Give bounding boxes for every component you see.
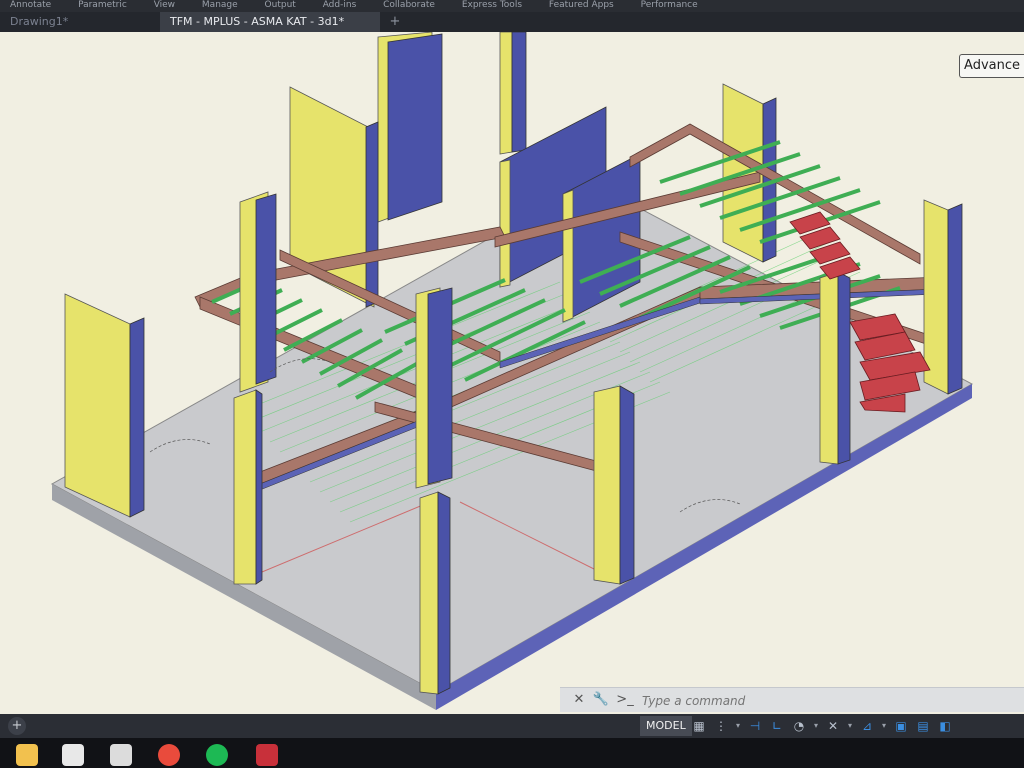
menu-item[interactable]: Featured Apps	[549, 0, 614, 10]
annotation-scale-icon[interactable]: ⊿	[858, 717, 876, 735]
menu-item[interactable]: Performance	[641, 0, 698, 10]
menu-item[interactable]: Collaborate	[383, 0, 435, 10]
infer-constraints-icon[interactable]: ⊣	[746, 717, 764, 735]
tab-active-drawing[interactable]: TFM - MPLUS - ASMA KAT - 3d1*	[160, 12, 380, 32]
column-back-2-face	[499, 32, 513, 155]
wall-front-left-side	[129, 317, 145, 518]
wrench-icon[interactable]: 🔧	[592, 691, 610, 709]
menu-item[interactable]: Parametric	[78, 0, 127, 10]
column-front-2-face	[419, 491, 439, 695]
tab-drawing1[interactable]: Drawing1*	[0, 12, 160, 32]
menu-item[interactable]: Annotate	[10, 0, 51, 10]
polar-icon[interactable]: ◔	[790, 717, 808, 735]
column-front-3-face	[593, 385, 621, 585]
3d-model-drawing	[50, 32, 974, 710]
new-tab-button[interactable]: +	[384, 12, 406, 32]
grid-icon[interactable]: ▦	[690, 717, 708, 735]
chrome-icon[interactable]	[158, 744, 180, 766]
ribbon-menu-strip: Annotate Parametric View Manage Output A…	[0, 0, 1024, 12]
file-explorer-icon[interactable]	[16, 744, 38, 766]
column-center-side	[427, 287, 453, 485]
prompt-icon: >_	[616, 692, 634, 707]
lock-ui-icon[interactable]: ▤	[914, 717, 932, 735]
workspace-icon[interactable]: ▣	[892, 717, 910, 735]
command-line: ✕ 🔧 >_	[560, 687, 1024, 712]
menu-item[interactable]: Add-ins	[323, 0, 357, 10]
store-icon[interactable]	[62, 744, 84, 766]
windows-taskbar	[0, 738, 1024, 768]
osnap-icon[interactable]: ✕	[824, 717, 842, 735]
column-front-4-face	[819, 271, 839, 465]
status-tools: ▦ ⋮ ▾ ⊣ ∟ ◔ ▾ ✕ ▾ ⊿ ▾ ▣ ▤ ◧	[690, 716, 1024, 736]
mail-icon[interactable]	[110, 744, 132, 766]
dropdown-icon[interactable]: ▾	[880, 717, 888, 735]
drawing-viewport[interactable]: Advance ✕ 🔧 >_	[0, 32, 1024, 714]
dropdown-icon[interactable]: ▾	[812, 717, 820, 735]
column-left-side	[255, 193, 277, 385]
dropdown-icon[interactable]: ▾	[846, 717, 854, 735]
snap-icon[interactable]: ⋮	[712, 717, 730, 735]
column-back-2-side	[511, 32, 527, 153]
column-right-side	[947, 203, 963, 395]
autocad-icon[interactable]	[256, 744, 278, 766]
menu-item[interactable]: View	[154, 0, 175, 10]
wall-mid-edge	[499, 159, 511, 288]
menu-item[interactable]: Manage	[202, 0, 238, 10]
wall-back-1-side	[387, 33, 443, 221]
model-space-button[interactable]: MODEL	[640, 716, 692, 736]
add-layout-button[interactable]: +	[8, 717, 26, 735]
advance-steel-button[interactable]: Advance	[959, 54, 1024, 78]
column-front-1-side	[255, 389, 263, 585]
close-icon[interactable]: ✕	[570, 691, 588, 709]
wall-front-left-face	[64, 293, 131, 518]
dropdown-icon[interactable]: ▾	[734, 717, 742, 735]
column-front-1-face	[233, 389, 257, 585]
column-front-2-side	[437, 491, 451, 695]
command-input[interactable]	[640, 691, 1014, 711]
isolate-icon[interactable]: ◧	[936, 717, 954, 735]
wall-right-edge	[562, 189, 574, 323]
ortho-icon[interactable]: ∟	[768, 717, 786, 735]
wall-left-blue	[365, 121, 379, 308]
menu-item[interactable]: Output	[265, 0, 296, 10]
status-bar: + MODEL ▦ ⋮ ▾ ⊣ ∟ ◔ ▾ ✕ ▾ ⊿ ▾ ▣ ▤ ◧	[0, 714, 1024, 738]
menu-item[interactable]: Express Tools	[462, 0, 522, 10]
spotify-icon[interactable]	[206, 744, 228, 766]
column-front-4-side	[837, 271, 851, 465]
column-front-3-side	[619, 385, 635, 585]
file-tab-strip: Drawing1* TFM - MPLUS - ASMA KAT - 3d1* …	[0, 12, 1024, 32]
